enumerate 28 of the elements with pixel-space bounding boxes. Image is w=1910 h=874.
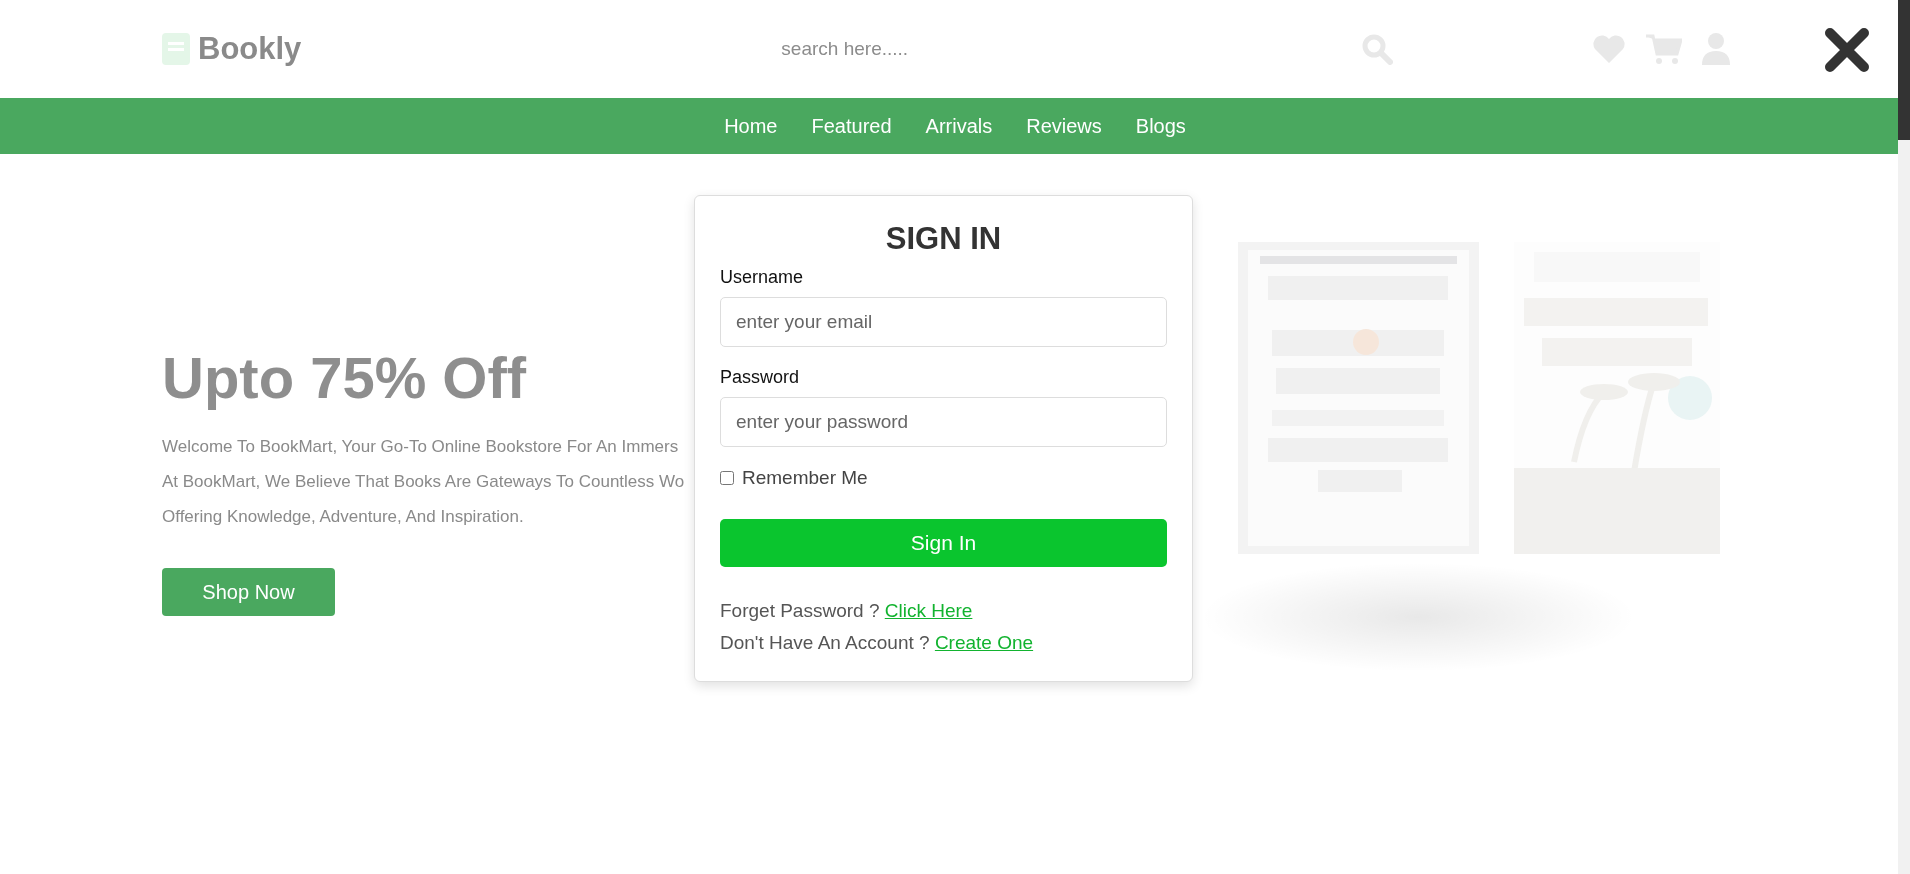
field-label: Password	[720, 367, 800, 388]
help-text: Forget Password ? Click Here	[720, 599, 974, 623]
checkbox-label: Remember Me	[742, 467, 868, 489]
nav-link[interactable]: Home	[724, 114, 778, 138]
input-field[interactable]: enter your password	[720, 397, 1167, 447]
hero-text: Welcome To BookMart, Your Go-To Online Bookstore For An Immers	[162, 436, 680, 458]
book-icon	[162, 33, 190, 65]
shop-now-button[interactable]: Shop Now	[162, 568, 335, 616]
remember-checkbox[interactable]	[720, 471, 734, 485]
nav-link[interactable]: Blogs	[1135, 114, 1186, 138]
help-text: Don't Have An Account ? Create One	[720, 631, 1035, 655]
close-icon[interactable]	[1824, 27, 1870, 73]
hero-text: Offering Knowledge, Adventure, And Inspiration.	[162, 506, 525, 528]
nav-link[interactable]: Featured	[811, 114, 892, 138]
input-field[interactable]: enter your email	[720, 297, 1167, 347]
modal-title: SIGN IN	[884, 221, 1003, 257]
cart-icon[interactable]	[1646, 33, 1682, 65]
logo[interactable]: Bookly	[198, 31, 302, 67]
hero-text: At BookMart, We Believe That Books Are Gateways To Countless Wo	[162, 471, 685, 493]
search-field[interactable]: search here.....	[779, 37, 1384, 61]
field-label: Username	[720, 267, 804, 288]
text-link[interactable]: Create One	[934, 632, 1034, 653]
hero-heading: Upto 75% Off	[162, 344, 528, 411]
nav-link[interactable]: Arrivals	[925, 114, 993, 138]
text-link[interactable]: Click Here	[884, 600, 973, 621]
sign-in-button[interactable]: Sign In	[720, 519, 1167, 567]
nav-link[interactable]: Reviews	[1026, 114, 1102, 138]
scrollbar[interactable]	[1898, 0, 1910, 874]
